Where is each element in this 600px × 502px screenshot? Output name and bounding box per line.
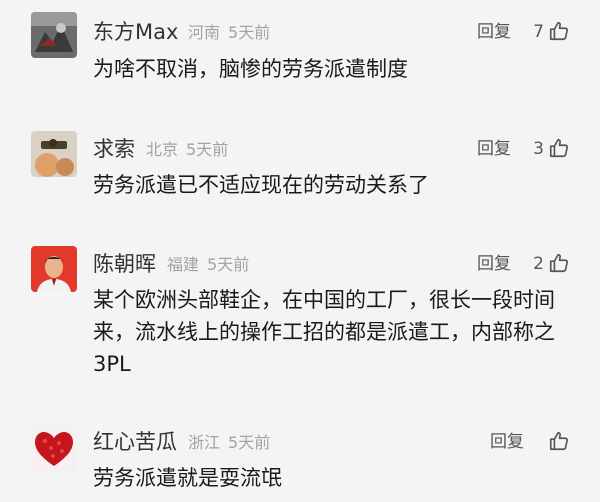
avatar-heart-icon (31, 426, 77, 472)
avatar[interactable] (31, 246, 77, 292)
comment-meta: 浙江 5天前 (188, 431, 270, 455)
avatar[interactable] (31, 426, 77, 472)
timestamp: 5天前 (186, 140, 229, 159)
reply-button[interactable]: 回复 (490, 430, 524, 454)
like-count: 2 (533, 254, 544, 274)
thumbs-up-icon[interactable] (548, 252, 570, 274)
thumbs-up-icon[interactable] (548, 137, 570, 159)
location: 福建 (167, 255, 200, 274)
thumbs-up-icon[interactable] (548, 20, 570, 42)
avatar-image-icon (31, 131, 77, 177)
location: 北京 (146, 140, 179, 159)
username[interactable]: 求索 (93, 137, 135, 161)
reply-button[interactable]: 回复 (477, 20, 511, 44)
comment-meta: 福建 5天前 (167, 253, 249, 277)
avatar-portrait-icon (31, 246, 77, 292)
username[interactable]: 红心苦瓜 (93, 430, 177, 454)
avatar-image-icon (31, 12, 77, 58)
timestamp: 5天前 (228, 433, 271, 452)
reply-button[interactable]: 回复 (477, 252, 511, 276)
username[interactable]: 陈朝晖 (93, 252, 156, 276)
like-count: 7 (533, 22, 544, 42)
location: 河南 (188, 23, 221, 42)
comment-text: 劳务派遣已不适应现在的劳动关系了 (93, 173, 429, 197)
thumbs-up-icon[interactable] (548, 430, 570, 452)
comment-text: 某个欧洲头部鞋企，在中国的工厂，很长一段时间来，流水线上的操作工招的都是派遣工，… (93, 288, 555, 376)
comment-text: 为啥不取消，脑惨的劳务派遣制度 (93, 57, 408, 81)
avatar[interactable] (31, 131, 77, 177)
avatar[interactable] (31, 12, 77, 58)
timestamp: 5天前 (228, 23, 271, 42)
username[interactable]: 东方Max (93, 20, 178, 44)
reply-button[interactable]: 回复 (477, 137, 511, 161)
comment-meta: 北京 5天前 (146, 138, 228, 162)
like-count: 3 (533, 139, 544, 159)
comment-text: 劳务派遣就是耍流氓 (93, 466, 282, 490)
timestamp: 5天前 (207, 255, 250, 274)
location: 浙江 (188, 433, 221, 452)
comment-meta: 河南 5天前 (188, 21, 270, 45)
